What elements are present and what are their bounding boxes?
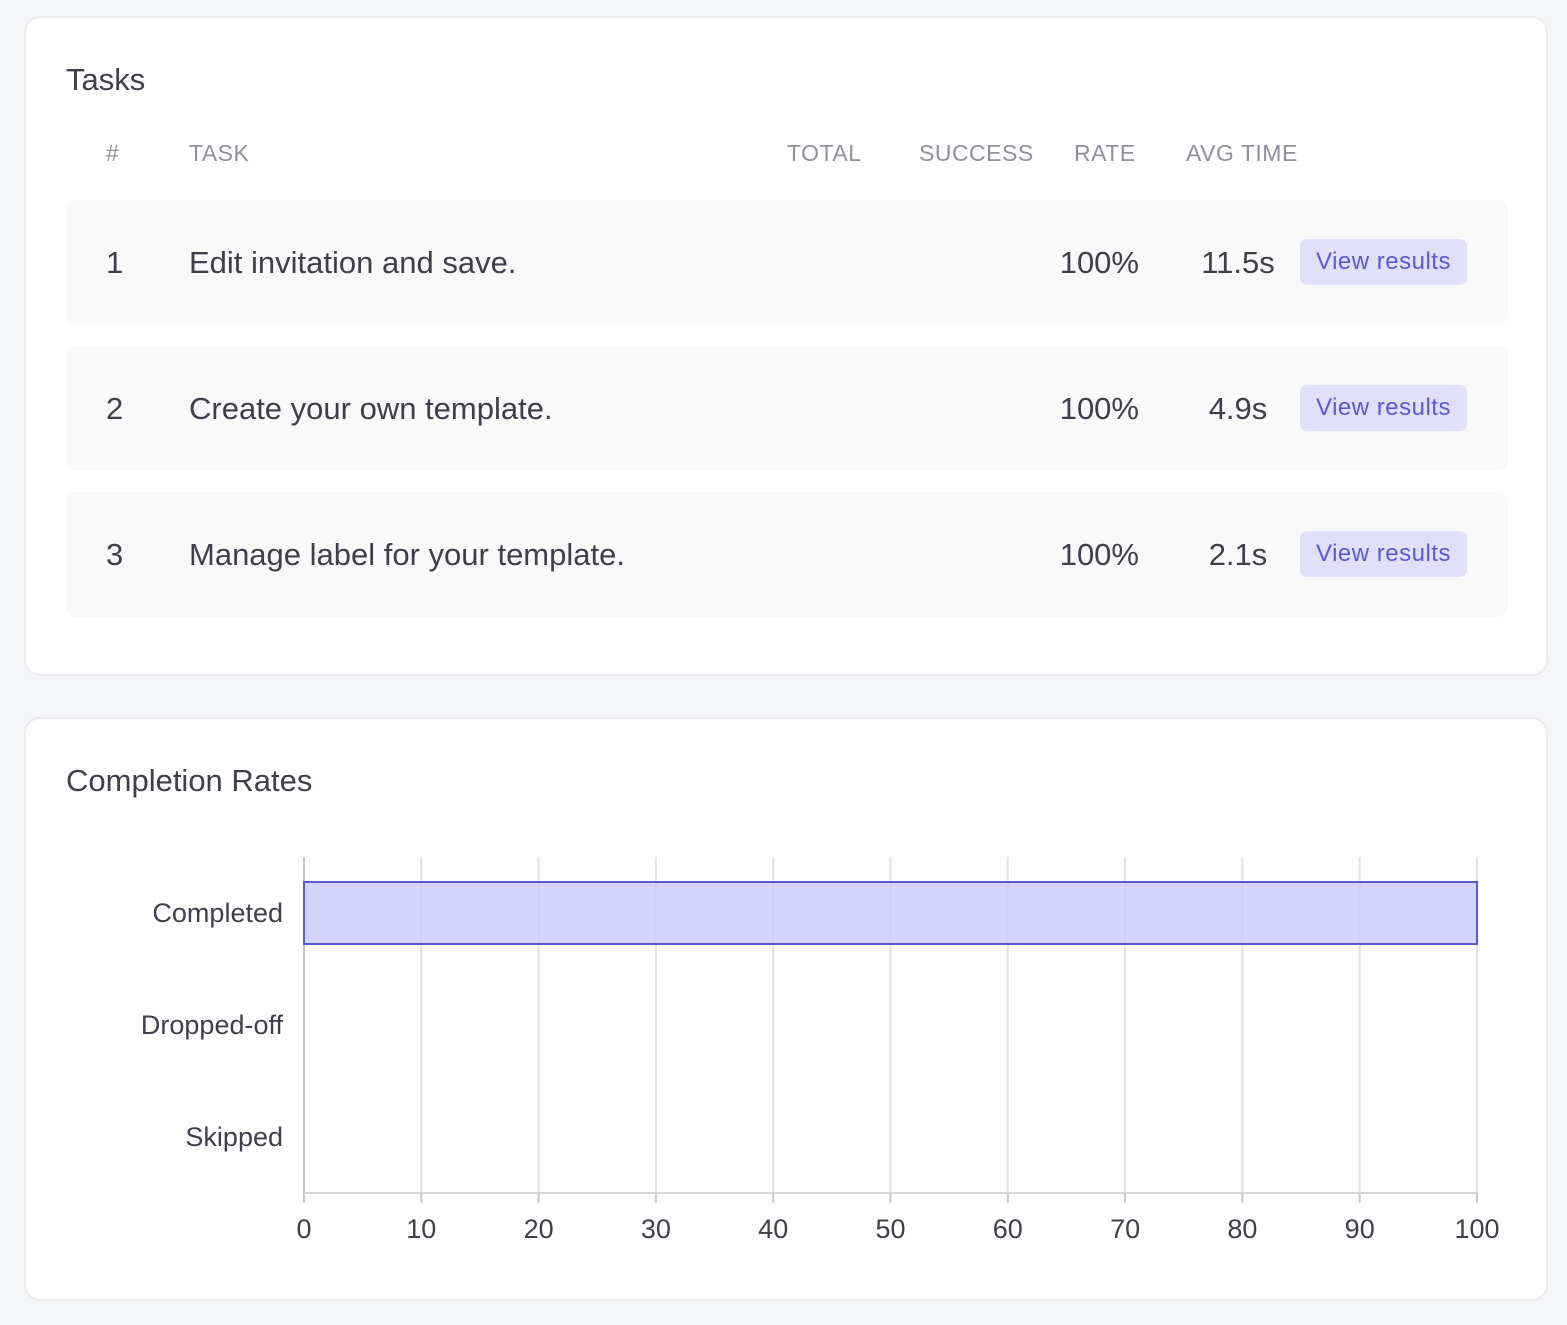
category-label: Skipped (185, 1122, 283, 1152)
task-rate: 100% (1059, 537, 1139, 572)
column-header-success: SUCCESS (919, 140, 1034, 166)
tasks-card: Tasks # TASK TOTAL SUCCESS RATE AVG TIME… (24, 16, 1548, 676)
view-results-button[interactable]: View results (1300, 531, 1467, 577)
task-number: 2 (106, 391, 124, 426)
task-name: Edit invitation and save. (189, 245, 517, 280)
column-header-avg-time: AVG TIME (1186, 140, 1298, 166)
x-tick-label: 10 (406, 1214, 436, 1244)
x-tick-label: 20 (524, 1214, 554, 1244)
column-header-total: TOTAL (787, 140, 862, 166)
category-label: Completed (152, 898, 283, 928)
x-tick-label: 100 (1454, 1214, 1499, 1244)
task-number: 3 (106, 537, 124, 572)
x-tick-label: 80 (1227, 1214, 1257, 1244)
task-avg-time: 11.5s (1201, 245, 1275, 280)
x-tick-label: 50 (875, 1214, 905, 1244)
task-rate: 100% (1059, 391, 1139, 426)
completion-rates-chart: 0 10 20 30 40 50 60 70 80 90 100 Completed Dropped-o… (141, 857, 1500, 1244)
x-tick-label: 70 (1110, 1214, 1140, 1244)
task-name: Create your own template. (189, 391, 553, 426)
task-avg-time: 4.9s (1208, 391, 1268, 426)
column-header-rate: RATE (1074, 140, 1136, 166)
table-row: 1 Edit invitation and save. 100% 11.5s V… (66, 200, 1508, 325)
category-label: Dropped-off (141, 1010, 284, 1040)
bar (303, 881, 1478, 945)
task-rate: 100% (1059, 245, 1139, 280)
x-tick-label: 60 (993, 1214, 1023, 1244)
tasks-table-header: # TASK TOTAL SUCCESS RATE AVG TIME (26, 140, 1546, 170)
table-row: 2 Create your own template. 100% 4.9s Vi… (66, 346, 1508, 471)
tasks-title: Tasks (66, 62, 146, 97)
x-tick-label: 40 (758, 1214, 788, 1244)
view-results-button[interactable]: View results (1300, 239, 1467, 285)
x-tick-label: 0 (296, 1214, 311, 1244)
completion-rates-card: Completion Rates 0 10 20 30 40 50 60 70 80 90 100 C… (24, 717, 1548, 1301)
x-tick-label: 30 (641, 1214, 671, 1244)
task-name: Manage label for your template. (189, 537, 625, 572)
x-tick-label: 90 (1345, 1214, 1375, 1244)
view-results-button[interactable]: View results (1300, 385, 1467, 431)
task-avg-time: 2.1s (1208, 537, 1268, 572)
task-number: 1 (106, 245, 124, 280)
column-header-task: TASK (189, 140, 250, 166)
column-header-number: # (106, 140, 120, 166)
table-row: 3 Manage label for your template. 100% 2… (66, 492, 1508, 617)
